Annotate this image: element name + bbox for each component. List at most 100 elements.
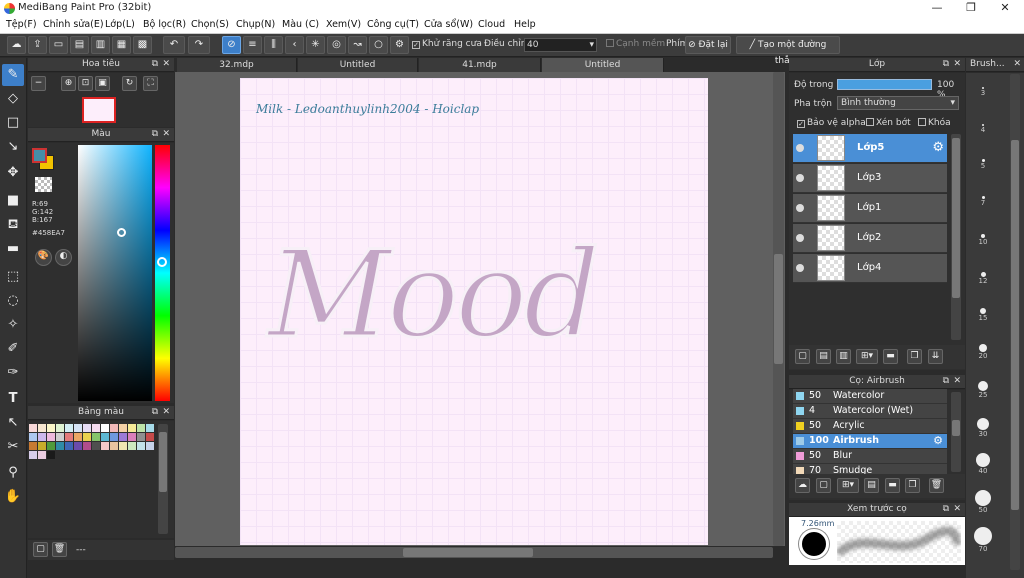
menu-edit[interactable]: Chỉnh sửa(E) xyxy=(43,19,104,30)
brush-size-preset[interactable]: 25 xyxy=(968,376,998,399)
zoom-in-icon[interactable]: ⊕ xyxy=(61,76,76,91)
undo-icon[interactable]: ↶ xyxy=(163,36,185,54)
brush-row[interactable]: 50 Acrylic xyxy=(793,419,947,434)
brush-scroll-thumb[interactable] xyxy=(952,420,960,436)
new-palette-icon[interactable]: ▢ xyxy=(33,542,48,557)
palette-swatch[interactable] xyxy=(74,433,82,441)
layer-scroll-thumb[interactable] xyxy=(952,138,960,298)
close-icon[interactable]: ✕ xyxy=(162,58,170,71)
palette-scrollbar[interactable] xyxy=(158,424,168,534)
palette-swatch[interactable] xyxy=(137,424,145,432)
folder-icon[interactable]: ▬ xyxy=(883,349,898,364)
palette-swatch[interactable] xyxy=(47,433,55,441)
brush-folder-icon[interactable]: ▬ xyxy=(885,478,900,493)
antialias-checkbox[interactable]: ✓ Khử răng cưa xyxy=(412,39,482,49)
chat-icon[interactable]: ▤ xyxy=(70,36,89,54)
palette-swatch[interactable] xyxy=(137,442,145,450)
palette-swatch[interactable] xyxy=(119,424,127,432)
layer-row[interactable]: Lớp1 xyxy=(793,194,947,223)
brush-scrollbar[interactable] xyxy=(951,392,961,472)
layer-scrollbar[interactable] xyxy=(951,134,961,340)
menu-view[interactable]: Xem(V) xyxy=(326,19,361,30)
menu-cloud[interactable]: Cloud xyxy=(478,19,505,30)
close-icon[interactable]: ✕ xyxy=(953,58,961,71)
palette-swatch[interactable] xyxy=(128,424,136,432)
tab-untitled-2[interactable]: Untitled xyxy=(542,58,664,72)
duplicate-brush-icon[interactable]: ❐ xyxy=(905,478,920,493)
palette-swatch[interactable] xyxy=(29,442,37,450)
canvas-vscroll-thumb[interactable] xyxy=(774,254,783,364)
layout-icon[interactable]: ▩ xyxy=(133,36,152,54)
palette-swatch[interactable] xyxy=(56,424,64,432)
palette-swatch[interactable] xyxy=(119,433,127,441)
brush-size-scroll-thumb[interactable] xyxy=(1011,140,1019,510)
canvas-vscrollbar[interactable] xyxy=(773,72,784,546)
close-icon[interactable]: ✕ xyxy=(953,375,961,388)
palette-swatch[interactable] xyxy=(29,451,37,459)
document-icon[interactable]: ▥ xyxy=(91,36,110,54)
add-layer-dropdown-icon[interactable]: ⊞▾ xyxy=(856,349,878,364)
curve-snap-icon[interactable]: ↝ xyxy=(348,36,367,54)
palette-swatch[interactable] xyxy=(65,424,73,432)
bucket-tool-icon[interactable]: ⛾ xyxy=(2,214,24,236)
palette-swatch[interactable] xyxy=(29,433,37,441)
new-halftone-layer-icon[interactable]: ▤ xyxy=(816,349,831,364)
minimize-button[interactable]: — xyxy=(920,0,954,17)
palette-swatch[interactable] xyxy=(101,433,109,441)
palette-swatch[interactable] xyxy=(38,442,46,450)
close-icon[interactable]: ✕ xyxy=(162,128,170,141)
cloud-icon[interactable]: ☁ xyxy=(7,36,26,54)
concentric-snap-icon[interactable]: ◎ xyxy=(327,36,346,54)
select-pen-icon[interactable]: ✐ xyxy=(2,338,24,360)
brush-size-preset[interactable]: 40 xyxy=(968,450,998,475)
color-wheel-icon[interactable]: 🎨 xyxy=(35,249,52,266)
close-icon[interactable]: ✕ xyxy=(953,503,961,516)
delete-palette-icon[interactable]: 🗑 xyxy=(52,542,67,557)
fullscreen-icon[interactable]: ⛶ xyxy=(143,76,158,91)
brush-size-preset[interactable]: 12 xyxy=(968,264,998,285)
menu-filter[interactable]: Bộ lọc(R) xyxy=(143,19,186,30)
layer-row[interactable]: Lớp5 ⚙ xyxy=(793,134,947,163)
cloud-brush-icon[interactable]: ☁ xyxy=(795,478,810,493)
text-tool-icon[interactable]: T xyxy=(2,388,24,410)
menu-capture[interactable]: Chụp(N) xyxy=(236,19,275,30)
brush-size-preset[interactable]: 3 xyxy=(968,78,998,97)
palette-swatch[interactable] xyxy=(110,442,118,450)
palette-swatch[interactable] xyxy=(92,442,100,450)
palette-swatch[interactable] xyxy=(119,442,127,450)
palette-swatch[interactable] xyxy=(92,433,100,441)
brush-row[interactable]: 100 Airbrush ⚙ xyxy=(793,434,947,449)
menu-layer[interactable]: Lớp(L) xyxy=(105,19,135,30)
lock-checkbox[interactable]: Khóa xyxy=(918,118,951,128)
opacity-slider[interactable] xyxy=(837,79,932,90)
reset-button[interactable]: ⊘ Đặt lại xyxy=(685,36,731,54)
brush-size-preset[interactable]: 30 xyxy=(968,414,998,438)
smooth-checkbox[interactable]: Cạnh mềm xyxy=(606,39,665,49)
layer-row[interactable]: Lớp3 xyxy=(793,164,947,193)
palette-swatch[interactable] xyxy=(101,424,109,432)
palette-swatch[interactable] xyxy=(65,433,73,441)
palette-swatch[interactable] xyxy=(38,433,46,441)
redo-icon[interactable]: ↷ xyxy=(188,36,210,54)
canvas-hscroll-thumb[interactable] xyxy=(403,548,533,557)
palette-swatch[interactable] xyxy=(92,424,100,432)
palette-swatch[interactable] xyxy=(47,451,55,459)
layer-row[interactable]: Lớp2 xyxy=(793,224,947,253)
eyedropper-icon[interactable]: ⚲ xyxy=(2,462,24,484)
parallel-snap-icon[interactable]: ≡ xyxy=(243,36,262,54)
palette-swatch[interactable] xyxy=(38,424,46,432)
menu-window[interactable]: Cửa sổ(W) xyxy=(424,19,473,30)
palette-swatch[interactable] xyxy=(83,424,91,432)
divide-tool-icon[interactable]: ✂ xyxy=(2,436,24,458)
brush-row[interactable]: 4 Watercolor (Wet) xyxy=(793,404,947,419)
brush-settings-icon[interactable]: ▤ xyxy=(864,478,879,493)
clip-checkbox[interactable]: Xén bớt xyxy=(866,118,911,128)
palette-swatch[interactable] xyxy=(38,451,46,459)
blend-select[interactable]: Bình thường ▾ xyxy=(837,96,959,110)
select-eraser-icon[interactable]: ✑ xyxy=(2,362,24,384)
palette-swatch[interactable] xyxy=(74,442,82,450)
eraser-tool-icon[interactable]: ◇ xyxy=(2,88,24,110)
canvas-hscrollbar[interactable] xyxy=(175,547,773,558)
maximize-button[interactable]: ❐ xyxy=(954,0,988,17)
close-button[interactable]: ✕ xyxy=(988,0,1022,17)
